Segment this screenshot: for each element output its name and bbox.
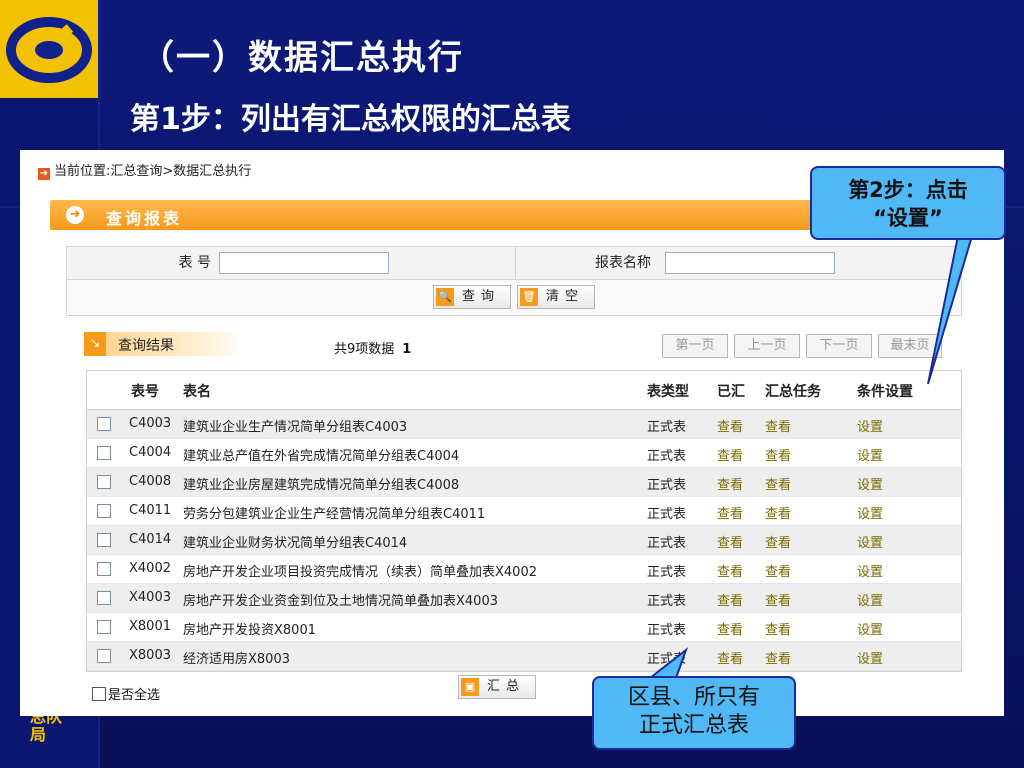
note-callout: 区县、所只有 正式汇总表 (592, 676, 796, 750)
step2-callout-text: 第2步：点击 “设置” (812, 176, 1004, 232)
step2-callout: 第2步：点击 “设置” (810, 166, 1006, 240)
step2-line2: “设置” (873, 206, 943, 230)
note-line2: 正式汇总表 (638, 713, 749, 738)
callout1-pointer (927, 235, 974, 385)
step2-line1: 第2步：点击 (848, 178, 968, 202)
note-line1: 区县、所只有 (627, 685, 760, 710)
note-callout-text: 区县、所只有 正式汇总表 (594, 684, 794, 740)
callout2-pointer (647, 647, 689, 679)
callout-pointers (647, 235, 974, 679)
